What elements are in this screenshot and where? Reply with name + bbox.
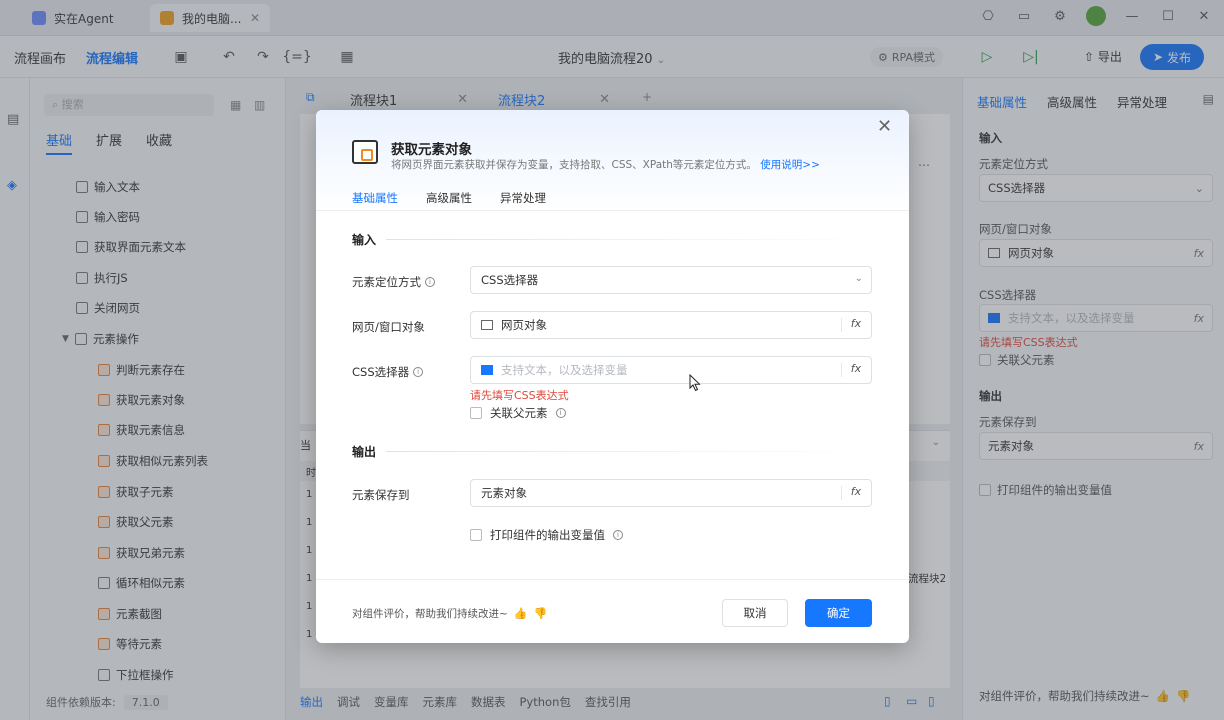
tab-exception[interactable]: 异常处理 — [500, 190, 546, 212]
checkbox-icon — [470, 529, 482, 541]
chevron-down-icon: ⌄ — [854, 273, 863, 284]
text-var-icon — [481, 365, 493, 375]
web-object-icon — [481, 320, 493, 330]
app-window: 实在Agent 我的电脑... ✕ ⎔ ▭ ⚙ — ☐ ✕ 流程画布 流程编辑 … — [0, 0, 1224, 720]
thumbs-up-icon[interactable]: 👍 — [514, 607, 528, 620]
dialog-footer: 对组件评价，帮助我们持续改进~ 👍 👎 取消 确定 — [316, 579, 909, 643]
css-error: 请先填写CSS表达式 — [470, 389, 569, 402]
parent-checkbox[interactable]: 关联父元素 i — [470, 405, 566, 421]
css-selector-input[interactable]: 支持文本，以及选择变量 fx — [470, 356, 872, 384]
locate-select[interactable]: CSS选择器 ⌄ — [470, 266, 872, 294]
page-label: 网页/窗口对象 — [352, 320, 425, 334]
info-icon[interactable]: i — [555, 408, 566, 418]
mouse-cursor-icon — [689, 374, 701, 392]
feedback-row: 对组件评价，帮助我们持续改进~ 👍 👎 — [352, 607, 548, 620]
thumbs-down-icon[interactable]: 👎 — [534, 607, 548, 620]
get-element-dialog: 获取元素对象 将网页界面元素获取并保存为变量，支持拾取、CSS、XPath等元素… — [316, 110, 909, 643]
save-to-field[interactable]: 元素对象 fx — [470, 479, 872, 507]
dialog-header: 获取元素对象 将网页界面元素获取并保存为变量，支持拾取、CSS、XPath等元素… — [316, 110, 909, 212]
close-icon[interactable]: ✕ — [877, 116, 895, 137]
dialog-title: 获取元素对象 — [391, 142, 472, 158]
info-icon[interactable]: i — [613, 530, 623, 540]
tab-advanced-props[interactable]: 高级属性 — [426, 190, 472, 212]
page-object-field[interactable]: 网页对象 fx — [470, 311, 872, 339]
cancel-button[interactable]: 取消 — [722, 599, 788, 627]
dialog-body: 输入 元素定位方式 i CSS选择器 ⌄ 网页/窗口对象 网页对象 fx CSS选择器… — [316, 210, 909, 579]
info-icon[interactable]: i — [413, 367, 424, 377]
save-label: 元素保存到 — [352, 488, 410, 502]
print-output-checkbox[interactable]: 打印组件的输出变量值 i — [470, 527, 623, 543]
info-icon[interactable]: i — [425, 277, 435, 287]
css-label: CSS选择器 i — [352, 364, 424, 380]
locate-label: 元素定位方式 i — [352, 274, 435, 290]
output-section-title: 输出 — [352, 445, 377, 459]
checkbox-icon — [470, 407, 482, 419]
dialog-tabs: 基础属性 高级属性 异常处理 — [352, 190, 546, 212]
fx-icon[interactable]: fx — [841, 317, 865, 333]
dialog-description: 将网页界面元素获取并保存为变量，支持拾取、CSS、XPath等元素定位方式。 使… — [391, 159, 820, 171]
input-section-title: 输入 — [352, 233, 377, 247]
tab-basic-props[interactable]: 基础属性 — [352, 190, 398, 212]
fx-icon[interactable]: fx — [841, 485, 865, 501]
fx-icon[interactable]: fx — [841, 362, 865, 378]
ok-button[interactable]: 确定 — [805, 599, 872, 627]
get-element-icon — [352, 140, 378, 164]
help-link[interactable]: 使用说明>> — [760, 159, 820, 171]
section-divider — [386, 239, 872, 240]
section-divider — [386, 451, 872, 452]
